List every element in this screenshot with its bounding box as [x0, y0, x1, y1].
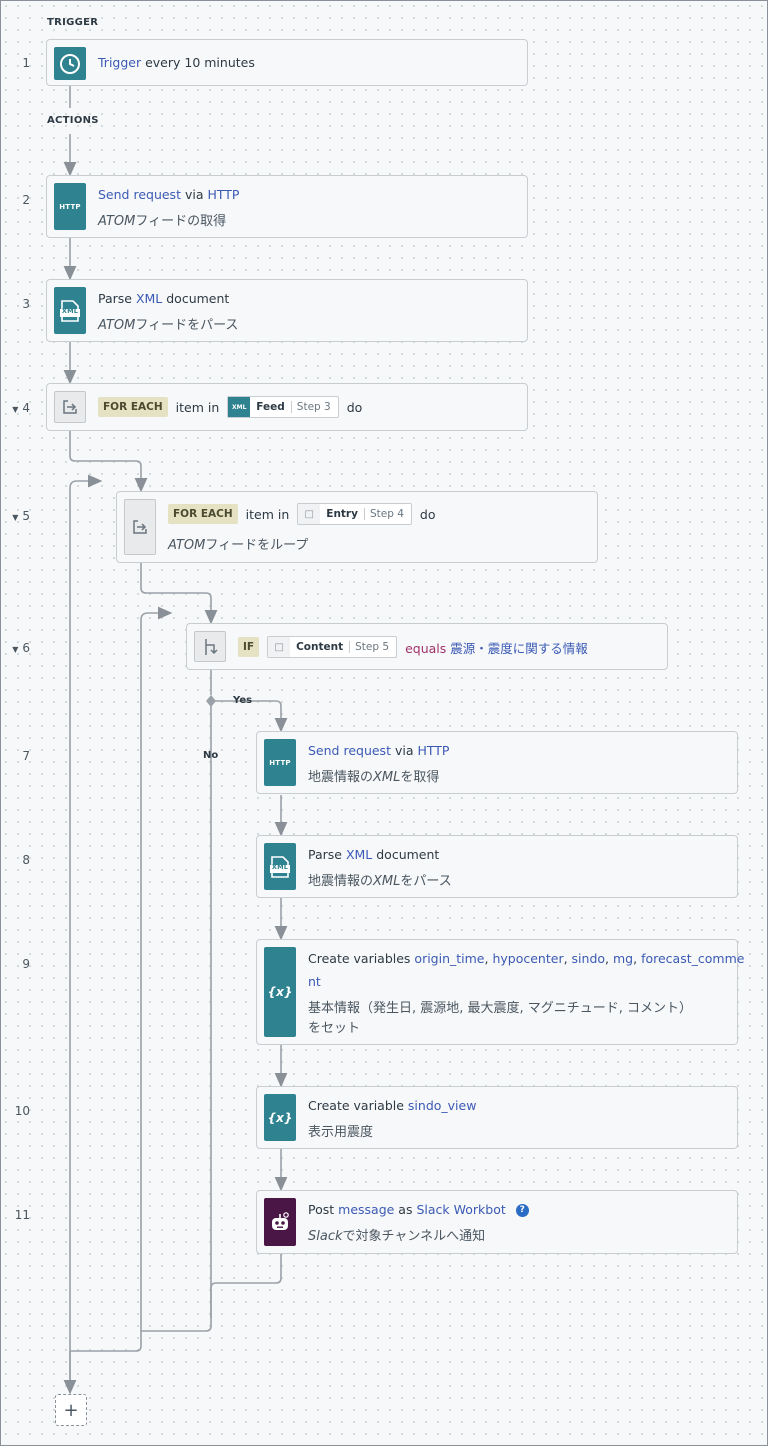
step-number-10: 10	[14, 1104, 30, 1118]
if-tag: IF	[238, 637, 260, 657]
xml-document-icon: XML	[264, 843, 296, 890]
clock-icon	[54, 47, 86, 80]
step-card-send-request-2[interactable]: HTTP Send request via HTTP 地震情報のXMLを取得	[256, 731, 738, 794]
trigger-section-label: TRIGGER	[47, 17, 99, 28]
step-card-trigger[interactable]: Trigger every 10 minutes	[46, 39, 528, 86]
datapill-feed[interactable]: XML Feed Step 3	[227, 396, 339, 418]
collapse-caret-icon[interactable]: ▼	[12, 513, 18, 522]
variable-icon: {x}	[264, 947, 296, 1037]
step-description: ATOMフィードをパース	[98, 318, 239, 333]
step-description-cont: をセット	[308, 1021, 361, 1036]
step-card-parse-xml-2[interactable]: XML Parse XML document 地震情報のXMLをパース	[256, 835, 738, 898]
step-number-3: 3	[22, 297, 30, 311]
step-title: Parse XML document	[308, 847, 440, 862]
step-number-4[interactable]: ▼ 4	[0, 401, 30, 415]
collapse-caret-icon[interactable]: ▼	[12, 645, 18, 654]
step-description: ATOMフィードをループ	[168, 538, 309, 553]
step-description: 地震情報のXMLを取得	[308, 770, 440, 785]
xml-document-icon: XML	[54, 287, 86, 334]
step-card-create-variables[interactable]: {x} Create variables origin_time, hypoce…	[256, 939, 744, 1045]
collapse-caret-icon[interactable]: ▼	[12, 405, 18, 414]
branch-icon	[194, 631, 226, 662]
http-icon: HTTP	[264, 739, 296, 786]
for-each-tag: FOR EACH	[98, 397, 168, 417]
if-row: IF □ Content Step 5 equals 震源・震度に関する情報	[238, 636, 588, 658]
step-title: Parse XML document	[98, 291, 230, 306]
add-step-button[interactable]: +	[55, 1394, 87, 1426]
step-title: Trigger every 10 minutes	[98, 55, 255, 70]
step-description: ATOMフィードの取得	[98, 214, 227, 229]
step-description: Slackで対象チャンネルへ通知	[308, 1229, 486, 1244]
for-each-row: FOR EACH item in XML Feed Step 3 do	[98, 396, 362, 418]
step-description: 表示用震度	[308, 1125, 374, 1140]
step-title: Post message as Slack Workbot?	[308, 1202, 529, 1217]
xml-document-icon: XML	[228, 397, 251, 417]
step-description: 基本情報（発生日, 震源地, 最大震度, マグニチュード, コメント）	[308, 1001, 693, 1016]
step-card-for-each-entry[interactable]: FOR EACH item in □ Entry Step 4 do ATOMフィー…	[116, 491, 598, 563]
step-card-post-message[interactable]: Post message as Slack Workbot? Slackで対象チ…	[256, 1190, 738, 1254]
slack-bot-icon	[264, 1198, 296, 1246]
step-card-send-request[interactable]: HTTP Send request via HTTP ATOMフィードの取得	[46, 175, 528, 238]
step-number-1: 1	[22, 56, 30, 70]
actions-section-label: ACTIONS	[47, 115, 99, 126]
step-number-2: 2	[22, 193, 30, 207]
step-card-create-variable[interactable]: {x} Create variable sindo_view 表示用震度	[256, 1086, 738, 1149]
loop-icon: □	[268, 637, 291, 657]
loop-icon	[54, 391, 86, 423]
step-card-for-each-feed[interactable]: FOR EACH item in XML Feed Step 3 do	[46, 383, 528, 431]
step-number-8: 8	[22, 853, 30, 867]
step-description: 地震情報のXMLをパース	[308, 874, 452, 889]
step-number-6[interactable]: ▼ 6	[0, 641, 30, 655]
operator: equals	[405, 640, 447, 656]
step-number-9: 9	[22, 957, 30, 971]
step-number-7: 7	[22, 749, 30, 763]
loop-icon: □	[298, 504, 321, 524]
branch-yes-label: Yes	[233, 695, 253, 706]
step-title: Create variables origin_time, hypocenter…	[308, 951, 745, 966]
help-icon[interactable]: ?	[515, 1204, 529, 1217]
loop-icon	[124, 499, 156, 555]
step-title: Create variable sindo_view	[308, 1098, 477, 1113]
for-each-row: FOR EACH item in □ Entry Step 4 do	[168, 503, 436, 525]
datapill-entry[interactable]: □ Entry Step 4	[297, 503, 412, 525]
step-card-if-condition[interactable]: IF □ Content Step 5 equals 震源・震度に関する情報	[186, 623, 668, 670]
step-number-5[interactable]: ▼ 5	[0, 509, 30, 523]
datapill-content[interactable]: □ Content Step 5	[267, 636, 398, 658]
http-icon: HTTP	[54, 183, 86, 230]
step-title: Send request via HTTP	[98, 187, 240, 202]
step-title: Send request via HTTP	[308, 743, 450, 758]
for-each-tag: FOR EACH	[168, 504, 238, 524]
step-card-parse-xml[interactable]: XML Parse XML document ATOMフィードをパース	[46, 279, 528, 342]
step-number-11: 11	[14, 1208, 30, 1222]
condition-value: 震源・震度に関する情報	[450, 640, 588, 656]
branch-no-label: No	[203, 750, 219, 761]
variable-icon: {x}	[264, 1094, 296, 1141]
